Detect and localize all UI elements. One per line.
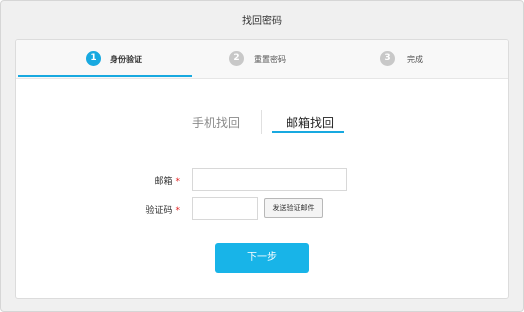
tab-phone-recovery[interactable]: 手机找回 — [192, 114, 240, 131]
step-progress-bar: 1 身份验证 2 重置密码 3 完成 — [16, 40, 508, 79]
active-step-indicator — [18, 75, 192, 77]
required-marker: * — [175, 206, 181, 216]
next-step-button[interactable]: 下一步 — [215, 243, 309, 273]
step-reset-password: 2 重置密码 — [180, 40, 344, 78]
step-identity-verification: 1 身份验证 — [16, 40, 180, 78]
window-title: 找回密码 — [242, 16, 282, 27]
code-label-row: 验证码 * — [134, 203, 180, 216]
step-number-circle: 1 — [86, 51, 101, 66]
verification-code-input[interactable] — [192, 197, 258, 220]
email-label-row: 邮箱 * — [140, 174, 180, 187]
step-complete: 3 完成 — [344, 40, 508, 78]
step-label: 完成 — [407, 55, 423, 64]
email-label: 邮箱 — [154, 177, 173, 187]
email-input[interactable] — [192, 168, 347, 191]
step-number-circle: 3 — [380, 51, 395, 66]
required-marker: * — [175, 177, 181, 187]
step-label: 身份验证 — [110, 55, 142, 64]
tab-email-recovery[interactable]: 邮箱找回 — [286, 114, 334, 131]
step-number-circle: 2 — [229, 51, 244, 66]
recovery-panel: 1 身份验证 2 重置密码 3 完成 手机找回 邮箱找回 邮箱 * 验证码 * 发送… — [15, 39, 509, 299]
step-label: 重置密码 — [254, 55, 286, 64]
dialog-window: 找回密码 1 身份验证 2 重置密码 3 完成 手机找回 邮箱找回 邮箱 * 验… — [0, 0, 524, 312]
send-verification-email-button[interactable]: 发送验证邮件 — [264, 198, 323, 218]
tab-divider — [261, 110, 262, 134]
verification-code-label: 验证码 — [145, 206, 173, 216]
selected-tab-indicator — [272, 131, 344, 133]
